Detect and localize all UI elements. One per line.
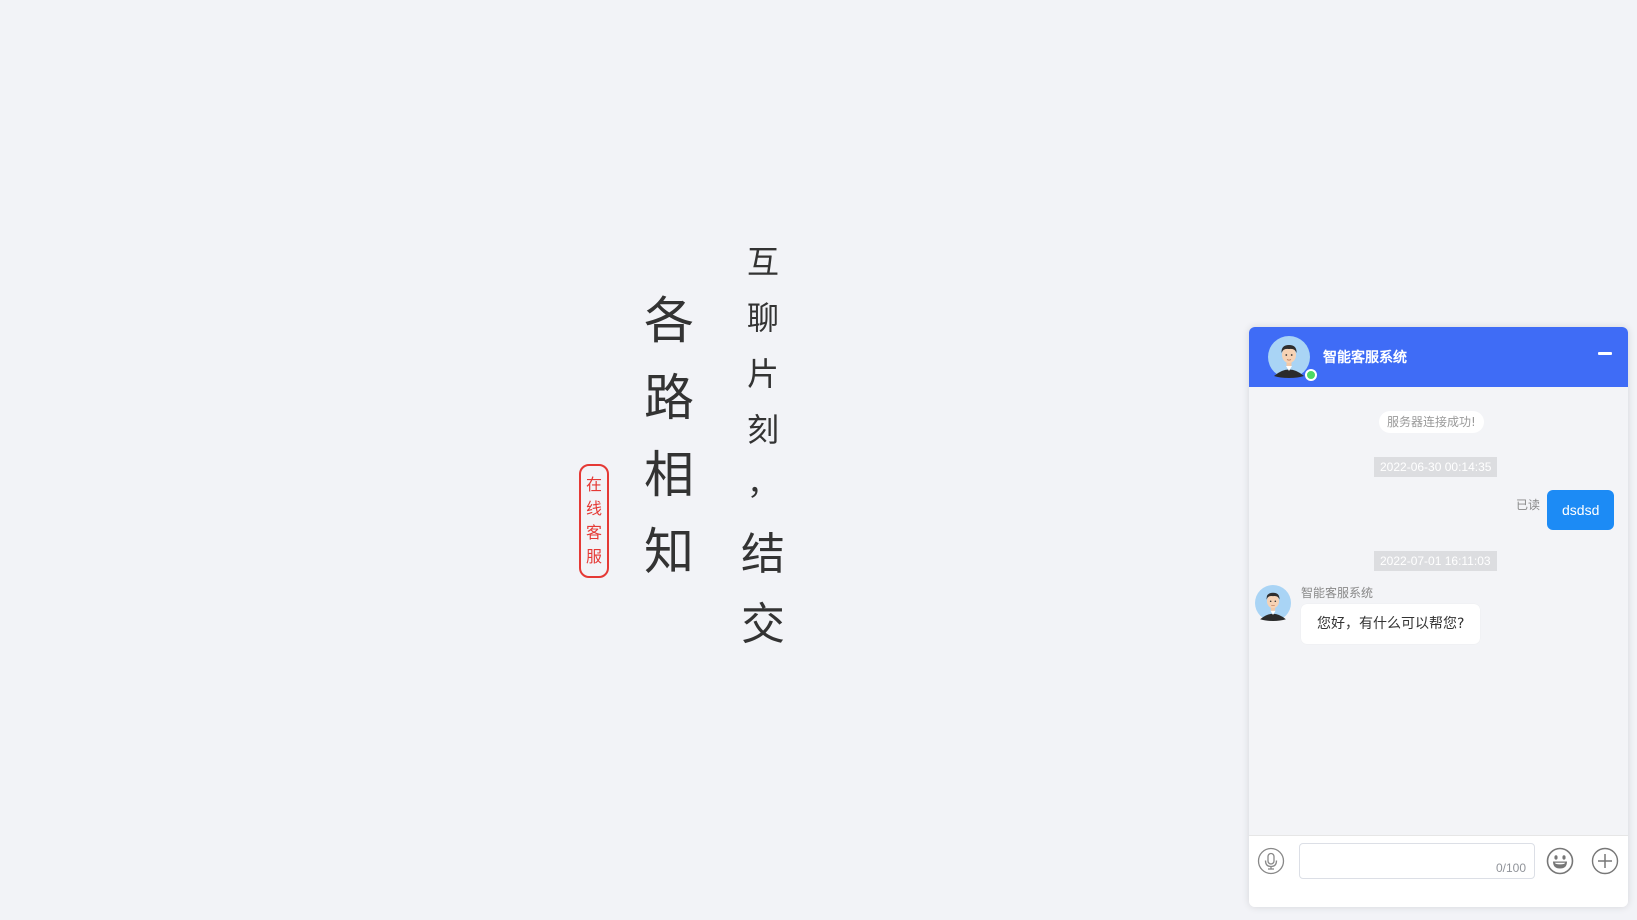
agent-avatar-icon	[1268, 336, 1310, 378]
message-timestamp: 2022-06-30 00:14:35	[1374, 457, 1498, 477]
poem-char: 结	[741, 529, 785, 580]
minimize-icon[interactable]	[1596, 345, 1614, 363]
chat-header: 智能客服系统	[1249, 327, 1628, 387]
poem-line-right: 互 聊 片 刻 ， 结 交	[733, 234, 793, 660]
seal-char: 服	[585, 547, 602, 566]
poem-char: 片	[746, 355, 779, 393]
poem-char: 交	[741, 599, 785, 650]
emoji-icon[interactable]	[1546, 847, 1574, 875]
message-list[interactable]: 服务器连接成功! 2022-06-30 00:14:35 已读 dsdsd 20…	[1249, 387, 1628, 843]
system-message: 服务器连接成功!	[1379, 411, 1484, 433]
seal-char: 线	[585, 499, 602, 518]
agent-avatar-icon	[1255, 585, 1291, 621]
online-status-dot	[1305, 369, 1317, 381]
plus-circle-icon[interactable]	[1591, 847, 1619, 875]
poem-char: 各	[644, 292, 694, 350]
char-counter: 0/100	[1495, 861, 1526, 875]
message-input-box: 0/100	[1299, 843, 1535, 879]
poem-char: 相	[644, 446, 694, 504]
message-timestamp: 2022-07-01 16:11:03	[1374, 551, 1497, 571]
poem-char: 刻	[746, 411, 779, 449]
seal-char: 客	[585, 523, 602, 542]
chat-input-bar: 0/100	[1249, 835, 1628, 907]
sender-name: 智能客服系统	[1301, 586, 1374, 600]
poem-char: 互	[746, 243, 779, 281]
poem-line-left: 各 路 相 知	[634, 283, 704, 591]
chat-title: 智能客服系统	[1323, 349, 1407, 365]
poem-char: 知	[644, 523, 694, 581]
seal-char: 在	[585, 475, 602, 494]
poem-char: 聊	[746, 299, 779, 337]
online-service-seal-button[interactable]: 在 线 客 服	[579, 464, 609, 578]
chat-window: 智能客服系统 服务器连接成功! 2022-06-30 00:14:35 已读 d…	[1249, 327, 1628, 907]
incoming-message-bubble[interactable]: 您好，有什么可以帮您?	[1301, 604, 1481, 644]
microphone-icon[interactable]	[1257, 847, 1285, 875]
read-receipt: 已读	[1516, 498, 1541, 512]
poem-char: 路	[644, 369, 694, 427]
poem-char: ，	[746, 464, 779, 502]
outgoing-message-bubble[interactable]: dsdsd	[1547, 490, 1615, 530]
